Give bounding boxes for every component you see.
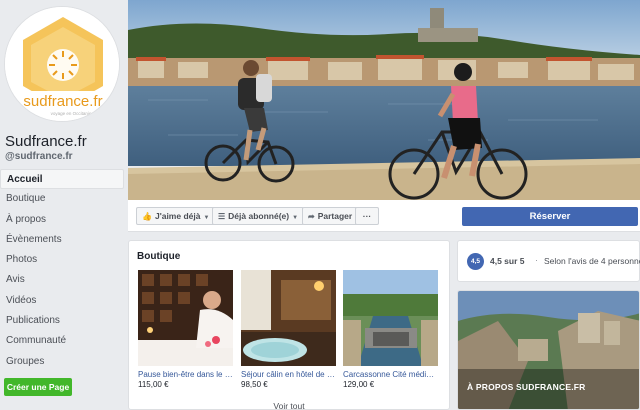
nav-item-photos[interactable]: Photos [0,250,124,270]
product-card[interactable]: Séjour câlin en hôtel de charme 98,50 € [241,270,336,389]
nav-item-videos[interactable]: Vidéos [0,291,124,311]
about-card[interactable]: À PROPOS SUDFRANCE.FR [457,290,640,410]
rating-score[interactable]: 4,5 sur 5 [490,256,525,266]
nav-item-evenements[interactable]: Évènements [0,230,124,250]
create-page-button[interactable]: Créer une Page [4,378,72,396]
sudfrance-logo: sudfrance.fr voyage en Occitanie [5,7,119,121]
shop-title[interactable]: Boutique [137,251,180,262]
rating-badge: 4,5 [467,253,484,270]
rating-card: 4,5 4,5 sur 5 · Selon l'avis de 4 person… [457,240,640,282]
share-button[interactable]: ➦ Partager [302,207,359,225]
reserve-button[interactable]: Réserver [462,207,638,226]
svg-text:sudfrance.fr: sudfrance.fr [23,93,102,110]
product-name[interactable]: Pause bien-être dans le spa [138,370,233,379]
page-title[interactable]: Sudfrance.fr [5,133,87,150]
product-image[interactable] [241,270,336,366]
about-image [458,291,639,409]
page-nav: Accueil Boutique À propos Évènements Pho… [0,169,124,372]
chevron-down-icon: ▼ [292,215,299,221]
feed-icon: ☰ [218,212,226,221]
nav-item-boutique[interactable]: Boutique [0,189,124,209]
subscribe-button[interactable]: ☰ Déjà abonné(e) ▼ [212,207,305,225]
like-label: J'aime déjà [154,211,201,221]
see-all-link[interactable]: Voir tout [129,401,449,410]
page-action-bar: 👍 J'aime déjà ▼ ☰ Déjà abonné(e) ▼ ➦ Partager… [128,200,640,232]
shop-section: Boutique Pause bien-être dans le spa 115… [128,240,450,410]
product-name[interactable]: Séjour câlin en hôtel de charme [241,370,336,379]
nav-item-a-propos[interactable]: À propos [0,210,124,230]
cover-image [128,0,640,200]
left-sidebar: sudfrance.fr voyage en Occitanie Sudfran… [0,0,128,410]
subscribe-label: Déjà abonné(e) [228,211,290,221]
like-button[interactable]: 👍 J'aime déjà ▼ [136,207,216,225]
thumbs-up-icon: 👍 [142,212,152,221]
product-name[interactable]: Carcassonne Cité médiévale [343,370,438,379]
more-options-button[interactable]: ··· [355,207,379,225]
product-card[interactable]: Carcassonne Cité médiévale 129,00 € [343,270,438,389]
share-icon: ➦ [308,212,315,221]
svg-text:voyage en Occitanie: voyage en Occitanie [51,111,92,116]
rating-description: Selon l'avis de 4 personnes [544,256,640,266]
nav-item-accueil[interactable]: Accueil [0,169,124,190]
page-handle[interactable]: @sudfrance.fr [5,151,73,162]
product-price: 115,00 € [138,380,169,389]
product-image[interactable] [138,270,233,366]
about-label[interactable]: À PROPOS SUDFRANCE.FR [467,382,586,392]
chevron-down-icon: ▼ [203,215,210,221]
product-price: 129,00 € [343,380,375,389]
product-image[interactable] [343,270,438,366]
nav-item-communaute[interactable]: Communauté [0,331,124,351]
nav-item-groupes[interactable]: Groupes [0,352,124,372]
cover-photo[interactable] [128,0,640,200]
rating-separator: · [535,255,538,265]
product-card[interactable]: Pause bien-être dans le spa 115,00 € [138,270,233,389]
share-label: Partager [317,211,353,221]
product-price: 98,50 € [241,380,268,389]
nav-item-publications[interactable]: Publications [0,311,124,331]
nav-item-avis[interactable]: Avis [0,270,124,290]
page-avatar[interactable]: sudfrance.fr voyage en Occitanie [4,6,120,122]
